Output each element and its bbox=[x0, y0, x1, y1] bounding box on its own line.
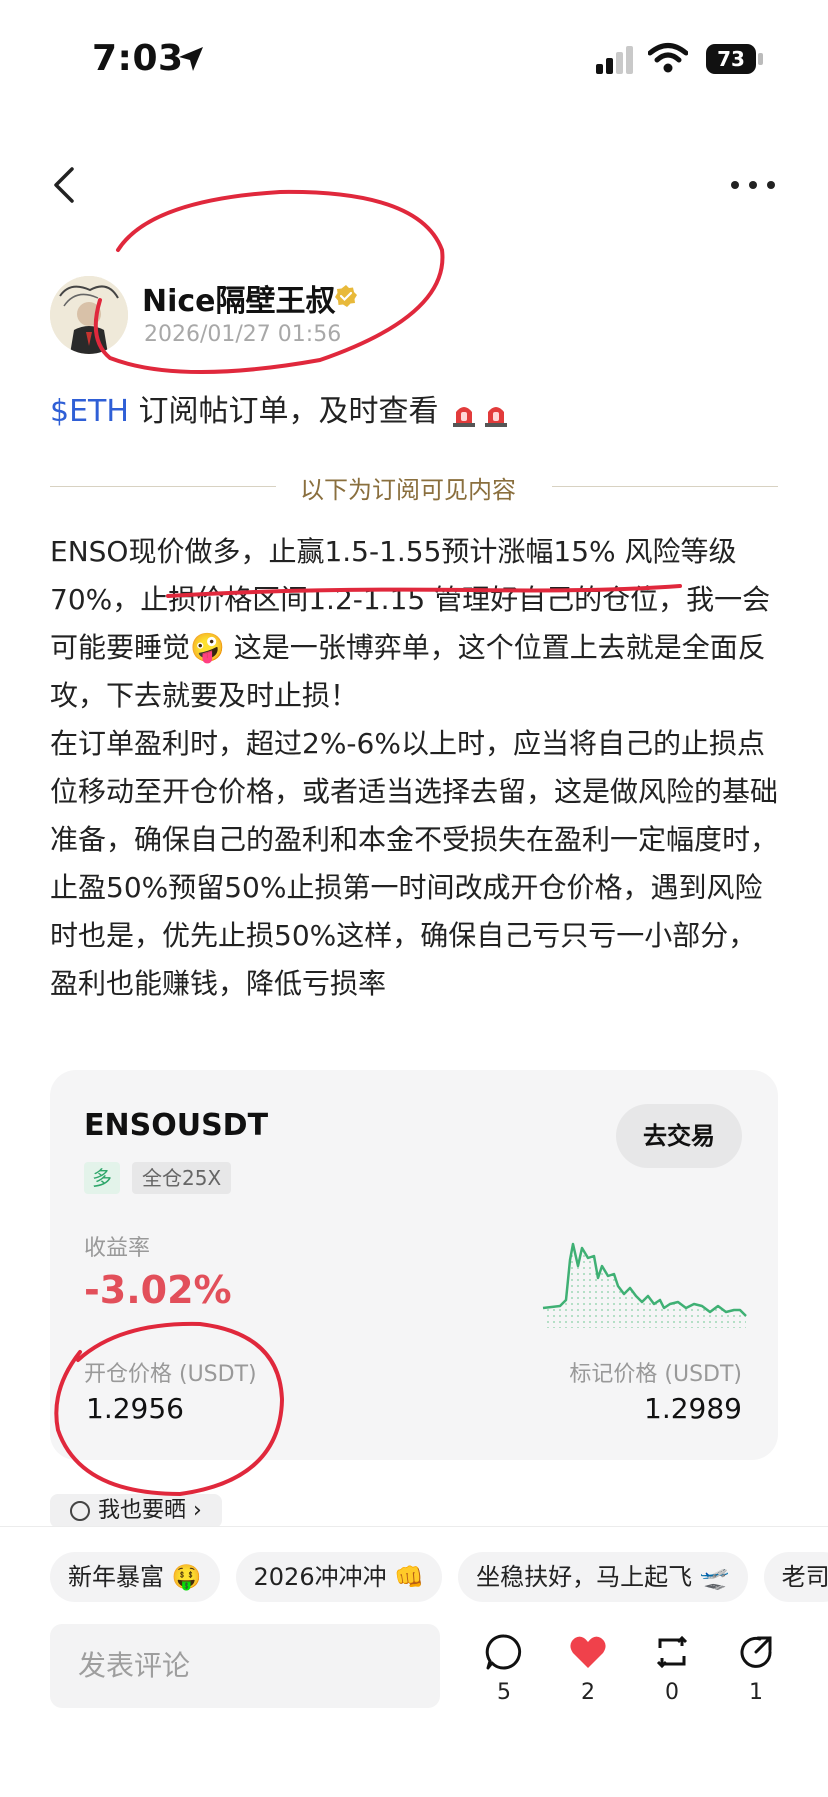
share-count: 1 bbox=[749, 1680, 763, 1705]
quick-reply-chip[interactable]: 坐稳扶好，马上起飞 🛫 bbox=[458, 1552, 748, 1602]
comment-icon bbox=[485, 1634, 522, 1670]
go-trade-button[interactable]: 去交易 bbox=[616, 1104, 742, 1168]
comment-count: 5 bbox=[497, 1680, 511, 1705]
share-too-icon bbox=[70, 1501, 90, 1521]
siren-icon bbox=[485, 406, 508, 427]
quick-reply-list: 新年暴富 🤑 2026冲冲冲 👊 坐稳扶好，马上起飞 🛫 老司 bbox=[50, 1552, 828, 1602]
post-headline: $ETH 订阅帖订单，及时查看 bbox=[50, 386, 512, 430]
battery-cap bbox=[758, 53, 763, 65]
post-timestamp: 2026/01/27 01:56 bbox=[144, 322, 342, 347]
roi-label: 收益率 bbox=[84, 1236, 151, 1261]
battery-indicator: 73 bbox=[706, 44, 756, 74]
share-icon bbox=[740, 1636, 772, 1668]
heart-icon bbox=[570, 1636, 606, 1668]
repost-button[interactable]: 0 bbox=[642, 1632, 702, 1705]
share-button[interactable]: 1 bbox=[726, 1632, 786, 1705]
open-price-value: 1.2956 bbox=[86, 1392, 184, 1425]
open-price-label: 开仓价格 (USDT) bbox=[84, 1362, 257, 1387]
post-paragraph: ENSO现价做多，止赢1.5-1.55预计涨幅15% 风险等级70%，止损价格区… bbox=[50, 535, 771, 712]
verified-icon bbox=[335, 285, 357, 307]
like-button[interactable]: 2 bbox=[558, 1632, 618, 1705]
roi-value: -3.02% bbox=[84, 1268, 232, 1312]
quick-reply-chip[interactable]: 2026冲冲冲 👊 bbox=[235, 1552, 443, 1602]
wifi-icon bbox=[648, 43, 688, 73]
price-sparkline bbox=[542, 1242, 747, 1328]
share-too-chip[interactable]: 我也要晒 › bbox=[50, 1494, 222, 1528]
ticker-tag[interactable]: $ETH bbox=[50, 394, 129, 429]
location-arrow-icon bbox=[179, 47, 203, 71]
more-icon[interactable] bbox=[730, 170, 776, 200]
repost-count: 0 bbox=[665, 1680, 679, 1705]
post-body: ENSO现价做多，止赢1.5-1.55预计涨幅15% 风险等级70%，止损价格区… bbox=[50, 528, 780, 1008]
quick-reply-chip[interactable]: 新年暴富 🤑 bbox=[50, 1552, 220, 1602]
siren-icon bbox=[453, 406, 476, 427]
headline-text: 订阅帖订单，及时查看 bbox=[138, 394, 439, 429]
comment-input[interactable]: 发表评论 bbox=[50, 1624, 440, 1708]
status-time: 7:03 bbox=[92, 38, 184, 79]
subscriber-divider: 以下为订阅可见内容 bbox=[300, 476, 516, 504]
back-icon[interactable] bbox=[50, 165, 78, 205]
side-badge: 多 bbox=[84, 1162, 120, 1194]
mark-price-label: 标记价格 (USDT) bbox=[569, 1362, 742, 1387]
avatar[interactable] bbox=[50, 276, 128, 354]
trade-symbol: ENSOUSDT bbox=[84, 1108, 269, 1143]
divider-line-left bbox=[50, 486, 276, 487]
divider-line-right bbox=[552, 486, 778, 487]
post-paragraph: 在订单盈利时，超过2%-6%以上时，应当将自己的止损点位移动至开仓价格，或者适当… bbox=[50, 727, 779, 1000]
repost-icon bbox=[656, 1635, 688, 1669]
comment-button[interactable]: 5 bbox=[474, 1632, 534, 1705]
author-name[interactable]: Nice隔壁王叔 bbox=[142, 276, 336, 320]
quick-reply-chip[interactable]: 老司 bbox=[763, 1552, 828, 1602]
signal-icon bbox=[596, 46, 633, 74]
mark-price-value: 1.2989 bbox=[644, 1392, 742, 1425]
like-count: 2 bbox=[581, 1680, 595, 1705]
crazy-face-emoji: 🤪 bbox=[190, 631, 225, 664]
leverage-badge: 全仓25X bbox=[132, 1162, 232, 1194]
